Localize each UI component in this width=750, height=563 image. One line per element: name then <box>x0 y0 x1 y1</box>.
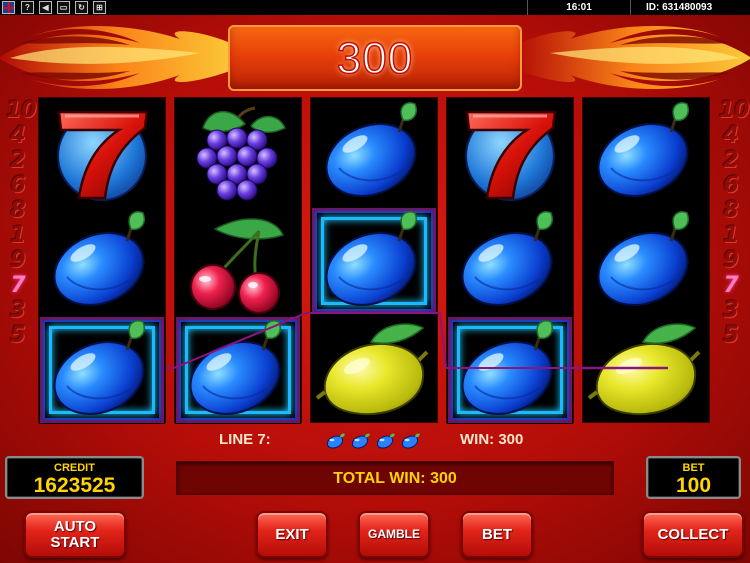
line-number-right-9: 9 <box>723 248 739 273</box>
bet-label: BET <box>682 462 705 474</box>
total-win-panel: TOTAL WIN: 300 <box>176 461 614 495</box>
line-info: LINE 7: WIN: 300 <box>0 431 750 451</box>
reel-4 <box>446 97 574 424</box>
collect-button[interactable]: COLLECT <box>642 511 744 558</box>
reload-icon[interactable]: ↻ <box>75 1 88 14</box>
win-banner: 300 <box>228 25 522 91</box>
flames-right-decoration <box>515 25 750 90</box>
uk-flag-icon[interactable] <box>2 1 15 14</box>
line-number-left-6: 6 <box>10 173 26 198</box>
plum-icon <box>325 211 417 306</box>
line-number-left-2: 2 <box>10 148 26 173</box>
plum-icon <box>597 102 689 197</box>
line-numbers-left: 10 4 2 6 8 1 9 7 3 5 <box>6 98 37 348</box>
credit-value: 1623525 <box>33 474 116 497</box>
plum-symbol-winning <box>175 316 301 424</box>
cherries-icon <box>190 218 285 314</box>
mini-plum-icon <box>326 433 345 449</box>
plum-icon <box>597 211 689 306</box>
exit-button[interactable]: EXIT <box>256 511 328 558</box>
plum-symbol-winning <box>447 316 573 424</box>
seven-icon <box>57 110 149 201</box>
line-number-right-2: 2 <box>723 148 739 173</box>
win-amount: 300 <box>336 33 414 84</box>
reel-1 <box>38 97 166 424</box>
seven-symbol <box>39 98 165 206</box>
bet-meter: BET 100 <box>646 456 741 499</box>
reel-2 <box>174 97 302 424</box>
mini-plum-icon <box>376 433 395 449</box>
line-number-left-7: 7 <box>10 273 26 298</box>
line-win-label: WIN: 300 <box>460 431 524 448</box>
plum-icon <box>53 211 145 306</box>
line-number-left-10: 10 <box>6 98 37 123</box>
game-stage: 300 10 4 2 6 8 1 9 7 3 5 10 4 2 6 8 1 9 7 3 5 <box>0 15 750 563</box>
session-id: ID: 631480093 <box>646 2 713 13</box>
gamble-button[interactable]: GAMBLE <box>358 511 430 558</box>
lemon-icon <box>315 323 429 416</box>
mini-plum-icon <box>351 433 370 449</box>
plum-symbol <box>583 98 709 206</box>
line-number-left-8: 8 <box>10 198 26 223</box>
auto-start-label-line2: START <box>50 534 100 551</box>
reel-3 <box>310 97 438 423</box>
line-numbers-right: 10 4 2 6 8 1 9 7 3 5 <box>719 98 750 348</box>
plum-symbol <box>447 207 573 315</box>
help-icon[interactable]: ? <box>21 1 34 14</box>
total-win-text: TOTAL WIN: 300 <box>333 470 457 487</box>
line-number-right-1: 1 <box>723 223 739 248</box>
seven-symbol <box>447 98 573 206</box>
line-number-left-3: 3 <box>10 298 26 323</box>
reel-5 <box>582 97 710 423</box>
line-number-right-8: 8 <box>723 198 739 223</box>
lemon-symbol <box>311 316 437 424</box>
plum-symbol <box>583 207 709 315</box>
plum-symbol <box>39 207 165 315</box>
cherries-symbol <box>175 207 301 315</box>
lemon-icon <box>587 323 701 416</box>
bet-button[interactable]: BET <box>461 511 533 558</box>
paytable-icon[interactable]: ⊞ <box>93 1 106 14</box>
auto-start-label-line1: AUTO <box>53 518 97 535</box>
line-number-right-3: 3 <box>723 298 739 323</box>
line-number-left-9: 9 <box>10 248 26 273</box>
flames-left-decoration <box>0 25 235 90</box>
grapes-icon <box>196 106 286 201</box>
line-label: LINE 7: <box>219 431 271 448</box>
line-number-left-5: 5 <box>10 323 26 348</box>
grapes-symbol <box>175 98 301 206</box>
line-number-left-4: 4 <box>10 123 26 148</box>
line-number-right-7: 7 <box>723 273 739 298</box>
line-number-left-1: 1 <box>10 223 26 248</box>
auto-start-button[interactable]: AUTO START <box>24 511 126 558</box>
line-win-symbols <box>326 433 420 449</box>
sound-icon[interactable]: ◀ <box>39 1 52 14</box>
line-number-right-6: 6 <box>723 173 739 198</box>
line-number-right-10: 10 <box>719 98 750 123</box>
plum-symbol-winning <box>39 316 165 424</box>
plum-icon <box>461 320 553 415</box>
seven-icon <box>465 110 557 201</box>
plum-icon <box>325 102 417 197</box>
plum-symbol <box>311 98 437 206</box>
plum-symbol-winning <box>311 207 437 315</box>
line-number-right-4: 4 <box>723 123 739 148</box>
mini-plum-icon <box>401 433 420 449</box>
credit-label: CREDIT <box>54 462 95 474</box>
line-number-right-5: 5 <box>723 323 739 348</box>
lemon-symbol <box>583 316 709 424</box>
credit-meter: CREDIT 1623525 <box>5 456 144 499</box>
plum-icon <box>189 320 281 415</box>
plum-icon <box>461 211 553 306</box>
bet-value: 100 <box>675 474 712 497</box>
fullscreen-icon[interactable]: ▭ <box>57 1 70 14</box>
plum-icon <box>53 320 145 415</box>
status-bar: ? ◀ ▭ ↻ ⊞ 16:01 ID: 631480093 <box>0 0 750 15</box>
clock: 16:01 <box>527 0 631 15</box>
